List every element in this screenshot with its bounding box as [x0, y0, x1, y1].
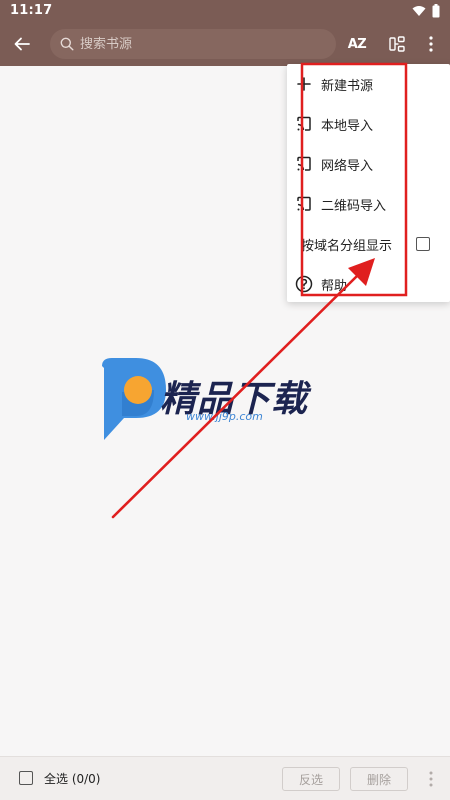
app-bar: AZ [0, 22, 450, 66]
select-all-checkbox[interactable] [19, 771, 33, 785]
bottom-more-icon[interactable] [426, 770, 436, 788]
menu-item-network-import[interactable]: 网络导入 [287, 144, 450, 184]
select-all-label: 全选 (0/0) [44, 772, 101, 786]
battery-icon [432, 4, 440, 18]
more-vert-icon [429, 36, 433, 52]
status-time: 11:17 [10, 3, 53, 18]
menu-item-local-import[interactable]: 本地导入 [287, 104, 450, 144]
overflow-menu: 新建书源 本地导入 网络导入 二维码导入 按域名分组显示 帮助 [287, 64, 450, 302]
cast-icon [295, 155, 313, 173]
menu-item-label: 按域名分组显示 [301, 238, 393, 254]
sort-az-icon: AZ [347, 36, 367, 52]
menu-item-label: 新建书源 [321, 78, 374, 94]
help-icon [295, 275, 313, 293]
search-icon [60, 37, 74, 51]
back-button[interactable] [8, 30, 36, 58]
more-button[interactable] [417, 30, 445, 58]
search-input[interactable] [78, 35, 322, 53]
search-box[interactable] [50, 29, 336, 59]
menu-item-qrcode-import[interactable]: 二维码导入 [287, 184, 450, 224]
group-button[interactable] [384, 30, 412, 58]
watermark-url: www.jj9p.com [186, 410, 263, 423]
sort-button[interactable]: AZ [343, 30, 371, 58]
menu-item-label: 本地导入 [321, 118, 374, 134]
bottom-bar: 全选 (0/0) 反选 删除 [0, 756, 450, 800]
menu-item-help[interactable]: 帮助 [287, 264, 450, 304]
back-arrow-icon [14, 37, 30, 51]
menu-item-label: 帮助 [321, 278, 348, 294]
status-bar: 11:17 [0, 0, 450, 22]
status-icons [412, 4, 440, 18]
group-by-domain-checkbox[interactable] [416, 237, 430, 251]
menu-item-group-by-domain[interactable]: 按域名分组显示 [287, 224, 450, 264]
group-icon [389, 36, 405, 52]
wifi-icon [412, 6, 426, 16]
menu-item-label: 二维码导入 [321, 198, 387, 214]
menu-item-label: 网络导入 [321, 158, 374, 174]
plus-icon [295, 75, 313, 93]
menu-item-new-source[interactable]: 新建书源 [287, 64, 450, 104]
cast-icon [295, 195, 313, 213]
watermark-logo: 精品下载 www.jj9p.com [98, 356, 358, 446]
cast-icon [295, 115, 313, 133]
delete-button[interactable]: 删除 [350, 767, 408, 791]
invert-selection-button[interactable]: 反选 [282, 767, 340, 791]
logo-mark-icon [102, 358, 166, 440]
